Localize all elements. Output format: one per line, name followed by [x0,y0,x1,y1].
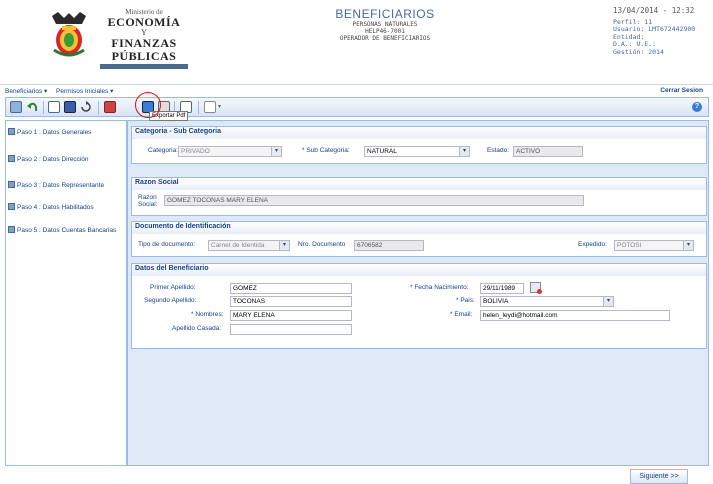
apellido-casada-input[interactable] [230,324,352,335]
nro-documento-field: 6706582 [354,240,424,251]
nombres-label: * Nombres: [191,311,224,318]
panel-categoria: Categoria - Sub Categoria Categoria: PRI… [131,126,707,164]
chevron-down-icon[interactable]: ▾ [603,297,613,306]
print-icon[interactable] [104,101,116,113]
toolbar-separator [43,101,44,114]
estado-label: Estado: [487,147,510,154]
save-icon[interactable] [64,101,76,113]
panel-beneficiario: Datos del Beneficiario Primer Apellido: … [131,263,707,349]
panel-razon-social: Razon Social Razon Social: GOMEZ TOCONAS … [131,177,707,216]
tipo-documento-label: Tipo de documento: [138,241,196,248]
session-gestion: Gestión: 2014 [613,47,664,56]
session-datetime: 13/04/2014 - 12:32 [613,6,695,15]
tipo-documento-select[interactable]: Carnet de Identida ▾ [208,240,290,251]
app-subtitle-2: HELP46-7001 [365,28,405,35]
apellido-casada-label: Apellido Casada: [172,325,222,332]
panel-categoria-title: Categoria - Sub Categoria [132,127,706,139]
menu-permisos-iniciales[interactable]: Permisos Iniciales ▾ [56,87,113,95]
chevron-down-icon[interactable]: ▾ [279,241,289,250]
chevron-down-icon[interactable]: ▾ [218,103,221,110]
primer-apellido-input[interactable]: GOMEZ [230,283,352,294]
categoria-select[interactable]: PRIVADO ▾ [178,146,282,157]
app-title: BENEFICIARIOS [335,7,435,21]
app-title-block: BENEFICIARIOS PERSONAS NATURALES HELP46-… [300,7,470,42]
nombres-input[interactable]: MARY ELENA [230,310,352,321]
grid-icon[interactable] [10,101,22,113]
sidebar-item-paso-1[interactable]: Paso 1 : Datos Generales [8,127,91,139]
highlight-circle [135,92,161,118]
step-icon [8,226,15,233]
help-icon[interactable]: ? [692,102,702,112]
segundo-apellido-input[interactable]: TOCONAS [230,296,352,307]
panel-razon-title: Razon Social [132,178,706,190]
ministry-strip [100,64,188,69]
pais-label: * Pais: [456,297,475,304]
categoria-label: Categoria: [148,147,178,154]
menu-bar: Beneficiarios ▾ Permisos Iniciales ▾ Cer… [0,85,713,97]
pais-select[interactable]: BOLIVIA ▾ [480,296,614,307]
chevron-down-icon[interactable]: ▾ [459,147,469,156]
sub-categoria-label: * Sub Categoria: [302,147,350,154]
step-icon [8,128,15,135]
fecha-nacimiento-input[interactable]: 29/11/1989 [480,283,524,294]
calendar-icon[interactable] [530,282,542,294]
sidebar-item-paso-5[interactable]: Paso 5 : Datos Cuentas Bancarias [8,225,116,237]
sidebar-item-paso-4[interactable]: Paso 4 : Datos Habilitados [8,202,94,214]
sidebar-item-paso-2[interactable]: Paso 2 : Datos Dirección [8,154,89,166]
ministry-logo-text: Ministerio de ECONOMÍA Y FINANZAS PÚBLIC… [96,8,192,69]
primer-apellido-label: Primer Apellido: [150,284,196,291]
fecha-nacimiento-label: * Fecha Nacimiento: [410,284,469,291]
step-icon [8,203,15,210]
ministry-line2: FINANZAS PÚBLICAS [111,36,177,63]
step-icon [8,181,15,188]
calendar-clear-icon [537,289,542,294]
sub-categoria-select[interactable]: NATURAL ▾ [364,146,470,157]
expedido-label: Expedido: [578,241,607,248]
new-document-icon[interactable] [48,101,60,113]
razon-social-field: GOMEZ TOCONAS MARY ELENA [164,195,584,206]
app-header: Ministerio de ECONOMÍA Y FINANZAS PÚBLIC… [0,0,713,85]
menu-beneficiarios[interactable]: Beneficiarios ▾ [5,87,47,95]
app-subtitle-3: OPERADOR DE BENEFICIARIOS [339,35,431,42]
estado-field: ACTIVO [513,146,583,157]
segundo-apellido-label: Segundo Apellido: [144,297,197,304]
panel-documento-title: Documento de Identificación [132,222,706,234]
razon-social-label: Razon Social: [138,194,158,208]
expedido-select[interactable]: POTOSI ▾ [614,240,694,251]
main-form-area: Categoria - Sub Categoria Categoria: PRI… [127,120,709,466]
step-icon [8,155,15,162]
bolivia-coat-of-arms-logo [52,12,86,57]
toolbar: ▾ ? [5,97,709,117]
chevron-down-icon[interactable]: ▾ [683,241,693,250]
toolbar-separator [198,101,199,114]
nro-documento-label: Nro. Documento [298,241,346,248]
email-input[interactable]: helen_leydi@hotmail.com [480,310,670,321]
page-dropdown-icon[interactable] [204,101,216,113]
session-info: 13/04/2014 - 12:32 Perfil: 11 Usuario: L… [613,7,713,56]
chevron-down-icon[interactable]: ▾ [271,147,281,156]
sidebar-item-paso-3[interactable]: Paso 3 : Datos Representante [8,180,104,192]
logout-link[interactable]: Cerrar Sesion [660,87,703,94]
panel-documento: Documento de Identificación Tipo de docu… [131,221,707,257]
steps-sidebar: Paso 1 : Datos Generales Paso 2 : Datos … [5,120,127,466]
app-subtitle-1: PERSONAS NATURALES [352,21,418,28]
undo-icon[interactable] [26,101,38,113]
toolbar-separator [98,101,99,114]
refresh-icon[interactable] [80,101,92,113]
email-label: * Email: [450,311,473,318]
panel-beneficiario-title: Datos del Beneficiario [132,264,706,276]
siguiente-button[interactable]: Siguiente >> [630,469,688,484]
